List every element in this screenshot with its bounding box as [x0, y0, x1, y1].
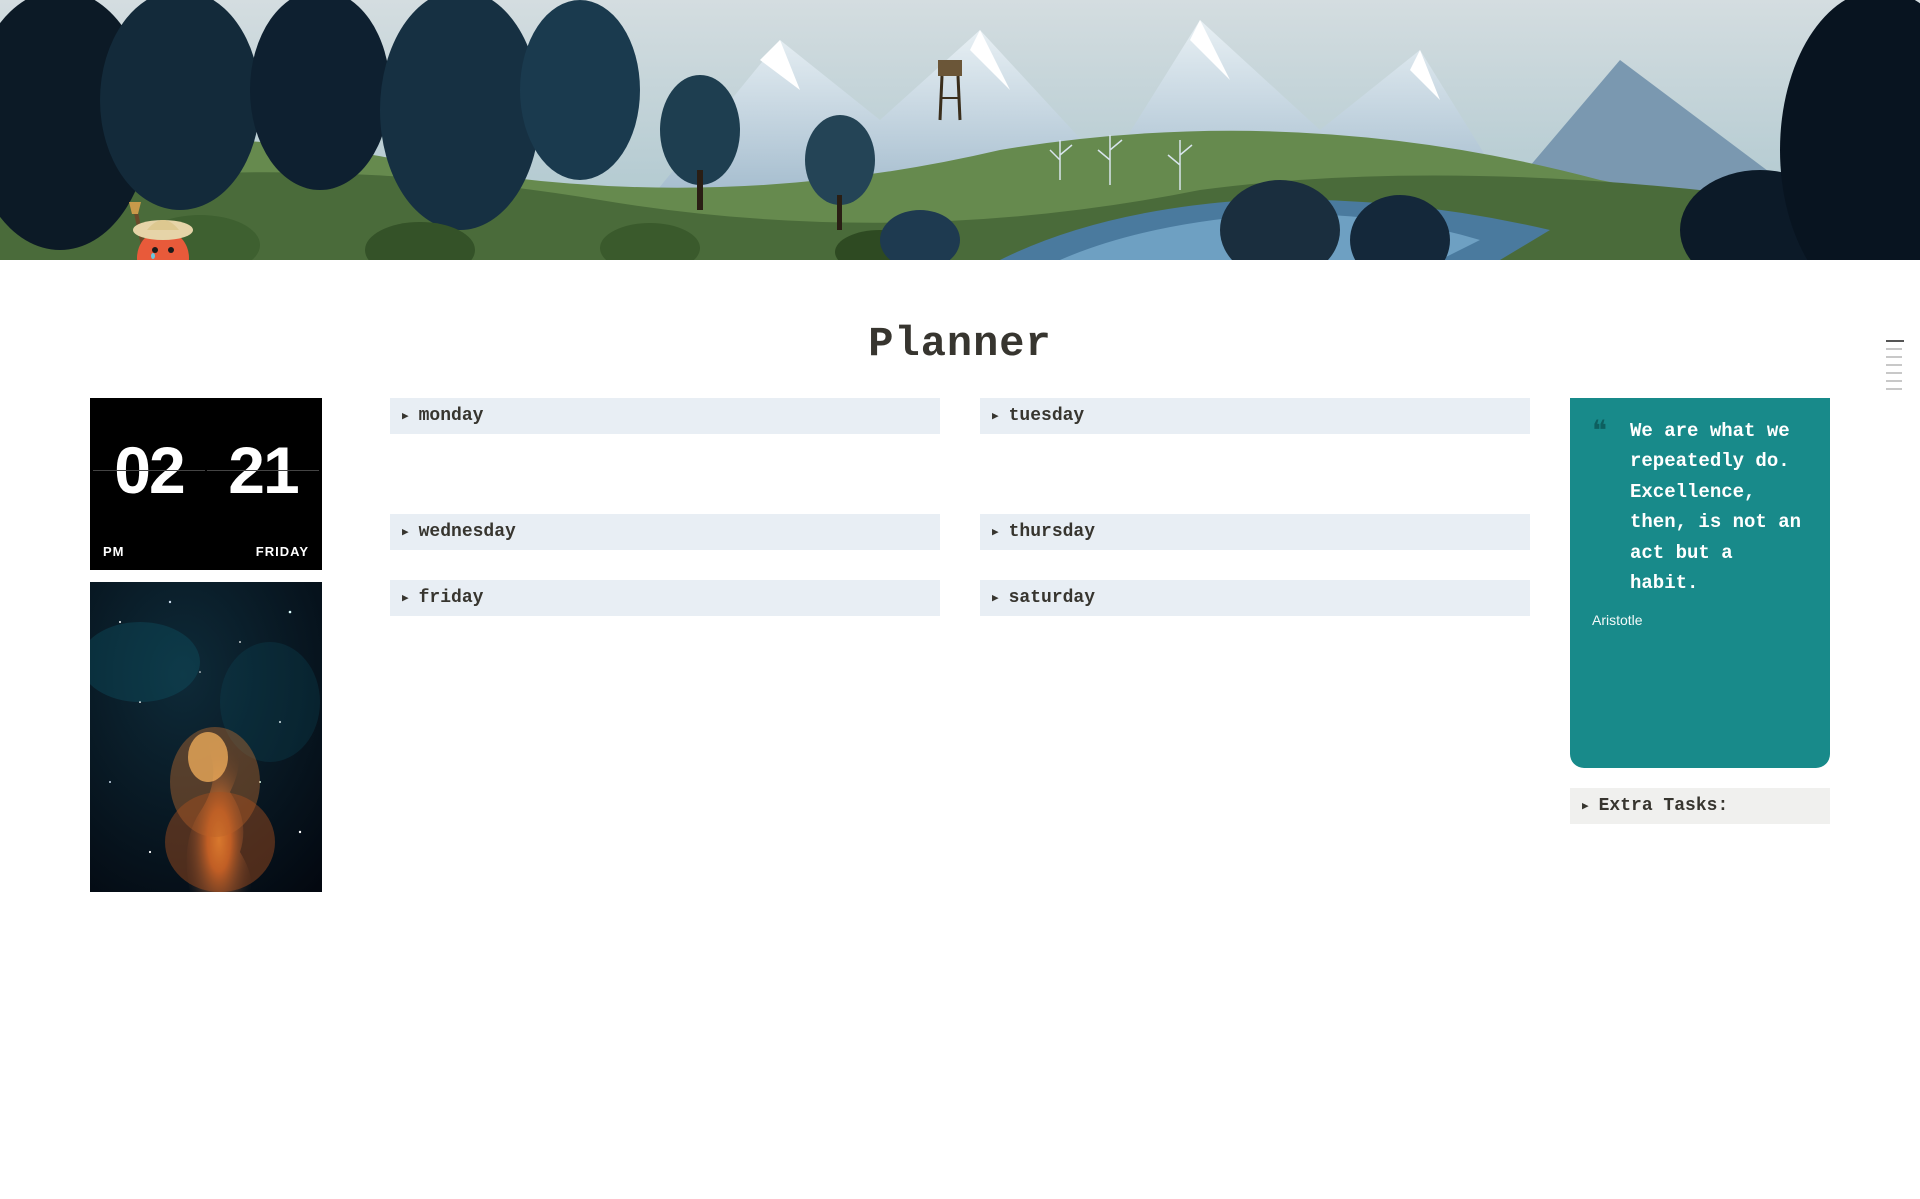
day-label: tuesday [1009, 406, 1085, 426]
toggle-monday[interactable]: ▶ monday [390, 398, 940, 434]
toc-line[interactable] [1886, 348, 1902, 350]
toc-line[interactable] [1886, 372, 1902, 374]
day-label: thursday [1009, 522, 1095, 542]
toggle-wednesday[interactable]: ▶ wednesday [390, 514, 940, 550]
day-label: friday [419, 588, 484, 608]
toggle-friday[interactable]: ▶ friday [390, 580, 940, 616]
extra-tasks-label: Extra Tasks: [1599, 796, 1729, 816]
disclosure-triangle-icon: ▶ [402, 409, 409, 423]
clock-minute: 21 [207, 401, 319, 538]
toggle-saturday[interactable]: ▶ saturday [980, 580, 1530, 616]
table-of-contents-minimap[interactable] [1886, 340, 1904, 390]
toc-line[interactable] [1886, 364, 1902, 366]
disclosure-triangle-icon: ▶ [992, 591, 999, 605]
day-label: saturday [1009, 588, 1095, 608]
nebula-image [90, 582, 322, 892]
quote-icon: ❝ [1592, 414, 1607, 448]
quote-widget: ❝ We are what we repeatedly do. Excellen… [1570, 398, 1830, 768]
cover-image [0, 0, 1920, 260]
page-icon[interactable] [115, 200, 205, 260]
day-label: wednesday [419, 522, 516, 542]
quote-author: Aristotle [1592, 612, 1808, 628]
toc-line[interactable] [1886, 356, 1902, 358]
disclosure-triangle-icon: ▶ [992, 409, 999, 423]
toc-line[interactable] [1886, 380, 1902, 382]
day-label: monday [419, 406, 484, 426]
disclosure-triangle-icon: ▶ [992, 525, 999, 539]
clock-hour: 02 [93, 401, 207, 538]
disclosure-triangle-icon: ▶ [402, 525, 409, 539]
toc-line[interactable] [1886, 388, 1902, 390]
disclosure-triangle-icon: ▶ [1582, 799, 1589, 813]
disclosure-triangle-icon: ▶ [402, 591, 409, 605]
quote-text: We are what we repeatedly do. Excellence… [1630, 416, 1808, 598]
toggle-tuesday[interactable]: ▶ tuesday [980, 398, 1530, 434]
toggle-thursday[interactable]: ▶ thursday [980, 514, 1530, 550]
clock-widget: 02 21 PM FRIDAY [90, 398, 322, 570]
page-title: Planner [0, 320, 1920, 368]
toc-line[interactable] [1886, 340, 1904, 342]
clock-meridiem: PM [103, 544, 125, 559]
toggle-extra-tasks[interactable]: ▶ Extra Tasks: [1570, 788, 1830, 824]
clock-weekday: FRIDAY [256, 544, 309, 559]
